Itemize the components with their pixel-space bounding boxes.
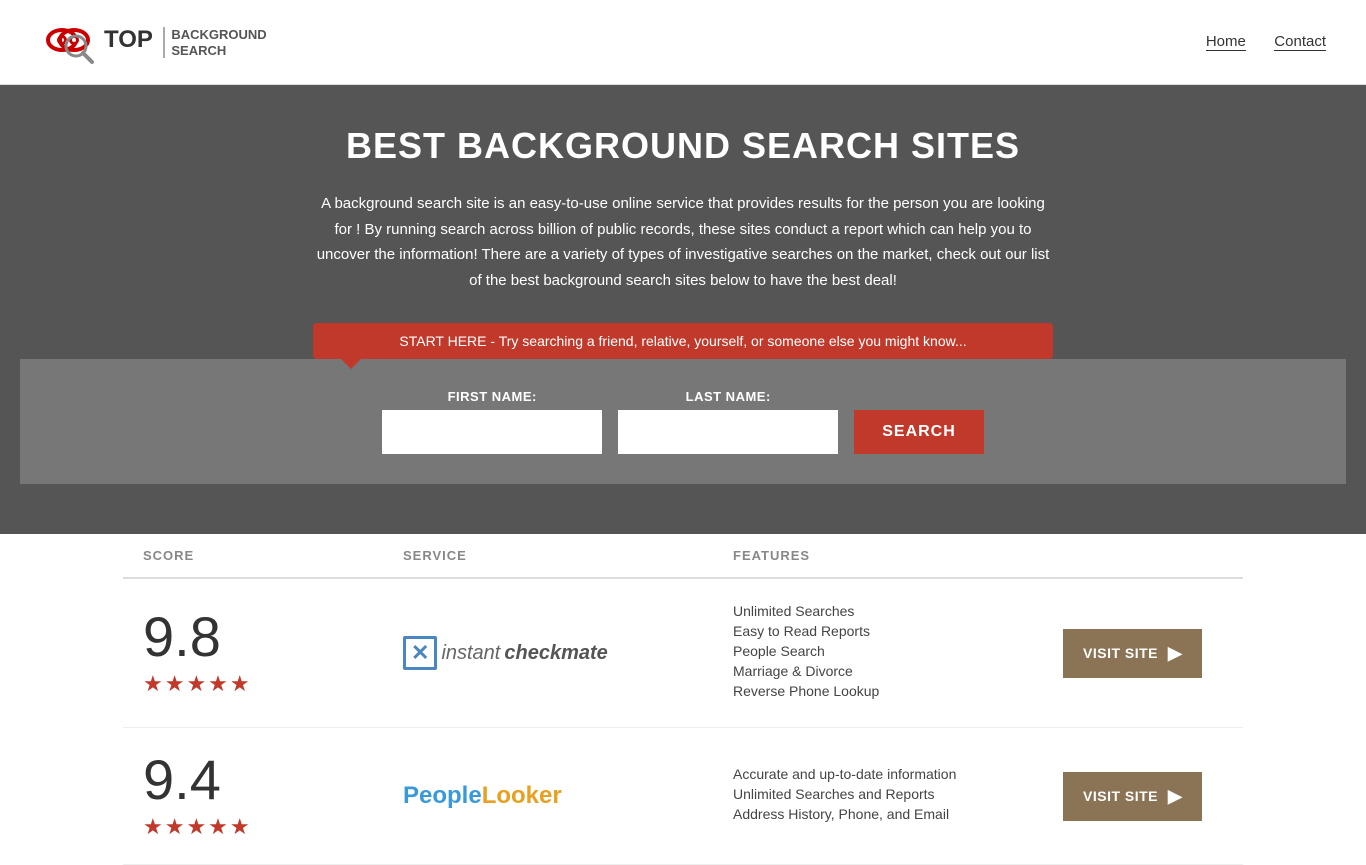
features-list-2: Accurate and up-to-date information Unli… [733, 766, 1063, 826]
features-list-1: Unlimited Searches Easy to Read Reports … [733, 603, 1063, 703]
logo: TOP BACKGROUNDSEARCH [40, 10, 267, 74]
first-name-input[interactable] [382, 410, 602, 454]
peoplelooker-logo: PeopleLooker [403, 782, 733, 810]
service-logo-2: PeopleLooker [403, 782, 733, 810]
logo-top: TOP [104, 26, 153, 53]
header-service: SERVICE [403, 548, 733, 563]
pl-people-text: People [403, 782, 482, 809]
feature-item: Accurate and up-to-date information [733, 766, 1063, 782]
nav-contact[interactable]: Contact [1274, 33, 1326, 51]
visit-btn-container-1: VISIT SITE ▶ [1063, 629, 1223, 678]
hero-description: A background search site is an easy-to-u… [313, 191, 1053, 293]
visit-site-label-2: VISIT SITE [1083, 788, 1158, 804]
checkmate-logo: ✕ instant checkmate [403, 636, 733, 670]
results-table: SCORE SERVICE FEATURES 9.8 ★★★★★ ✕ insta… [103, 534, 1263, 865]
hero-title: BEST BACKGROUND SEARCH SITES [20, 125, 1346, 167]
nav-links: Home Contact [1182, 33, 1326, 51]
checkmate-name: checkmate [504, 642, 607, 665]
stars-1: ★★★★★ [143, 671, 252, 697]
stars-2: ★★★★★ [143, 814, 252, 840]
score-number-2: 9.4 [143, 752, 221, 808]
feature-item: Reverse Phone Lookup [733, 683, 1063, 699]
logo-text-area: TOP BACKGROUNDSEARCH [104, 26, 267, 58]
service-logo-1: ✕ instant checkmate [403, 636, 733, 670]
first-name-label: FIRST NAME: [382, 389, 602, 404]
header-score: SCORE [143, 548, 403, 563]
hero-section: BEST BACKGROUND SEARCH SITES A backgroun… [0, 85, 1366, 534]
header-action [1063, 548, 1223, 563]
table-row: 9.8 ★★★★★ ✕ instant checkmate Unlimited … [123, 579, 1243, 728]
score-cell-2: 9.4 ★★★★★ [143, 752, 403, 840]
search-bubble: START HERE - Try searching a friend, rel… [313, 323, 1053, 359]
feature-item: Unlimited Searches and Reports [733, 786, 1063, 802]
last-name-group: LAST NAME: [618, 389, 838, 454]
table-header: SCORE SERVICE FEATURES [123, 534, 1243, 579]
visit-site-label-1: VISIT SITE [1083, 645, 1158, 661]
logo-icon [40, 10, 104, 74]
logo-sub: BACKGROUNDSEARCH [163, 27, 266, 58]
feature-item: Marriage & Divorce [733, 663, 1063, 679]
header-features: FEATURES [733, 548, 1063, 563]
search-button[interactable]: SEARCH [854, 410, 984, 454]
arrow-icon-2: ▶ [1168, 786, 1182, 807]
arrow-icon-1: ▶ [1168, 643, 1182, 664]
search-form: FIRST NAME: LAST NAME: SEARCH [20, 359, 1346, 484]
feature-item: Easy to Read Reports [733, 623, 1063, 639]
score-cell-1: 9.8 ★★★★★ [143, 609, 403, 697]
last-name-input[interactable] [618, 410, 838, 454]
first-name-group: FIRST NAME: [382, 389, 602, 454]
visit-site-button-2[interactable]: VISIT SITE ▶ [1063, 772, 1202, 821]
checkmate-x-icon: ✕ [403, 636, 437, 670]
visit-site-button-1[interactable]: VISIT SITE ▶ [1063, 629, 1202, 678]
feature-item: Address History, Phone, and Email [733, 806, 1063, 822]
checkmate-instant: instant [441, 642, 500, 665]
pl-looker-text: Looker [482, 782, 562, 809]
visit-btn-container-2: VISIT SITE ▶ [1063, 772, 1223, 821]
feature-item: Unlimited Searches [733, 603, 1063, 619]
last-name-label: LAST NAME: [618, 389, 838, 404]
table-row: 9.4 ★★★★★ PeopleLooker Accurate and up-t… [123, 728, 1243, 865]
navbar: TOP BACKGROUNDSEARCH Home Contact [0, 0, 1366, 85]
feature-item: People Search [733, 643, 1063, 659]
nav-home[interactable]: Home [1206, 33, 1246, 51]
score-number-1: 9.8 [143, 609, 221, 665]
